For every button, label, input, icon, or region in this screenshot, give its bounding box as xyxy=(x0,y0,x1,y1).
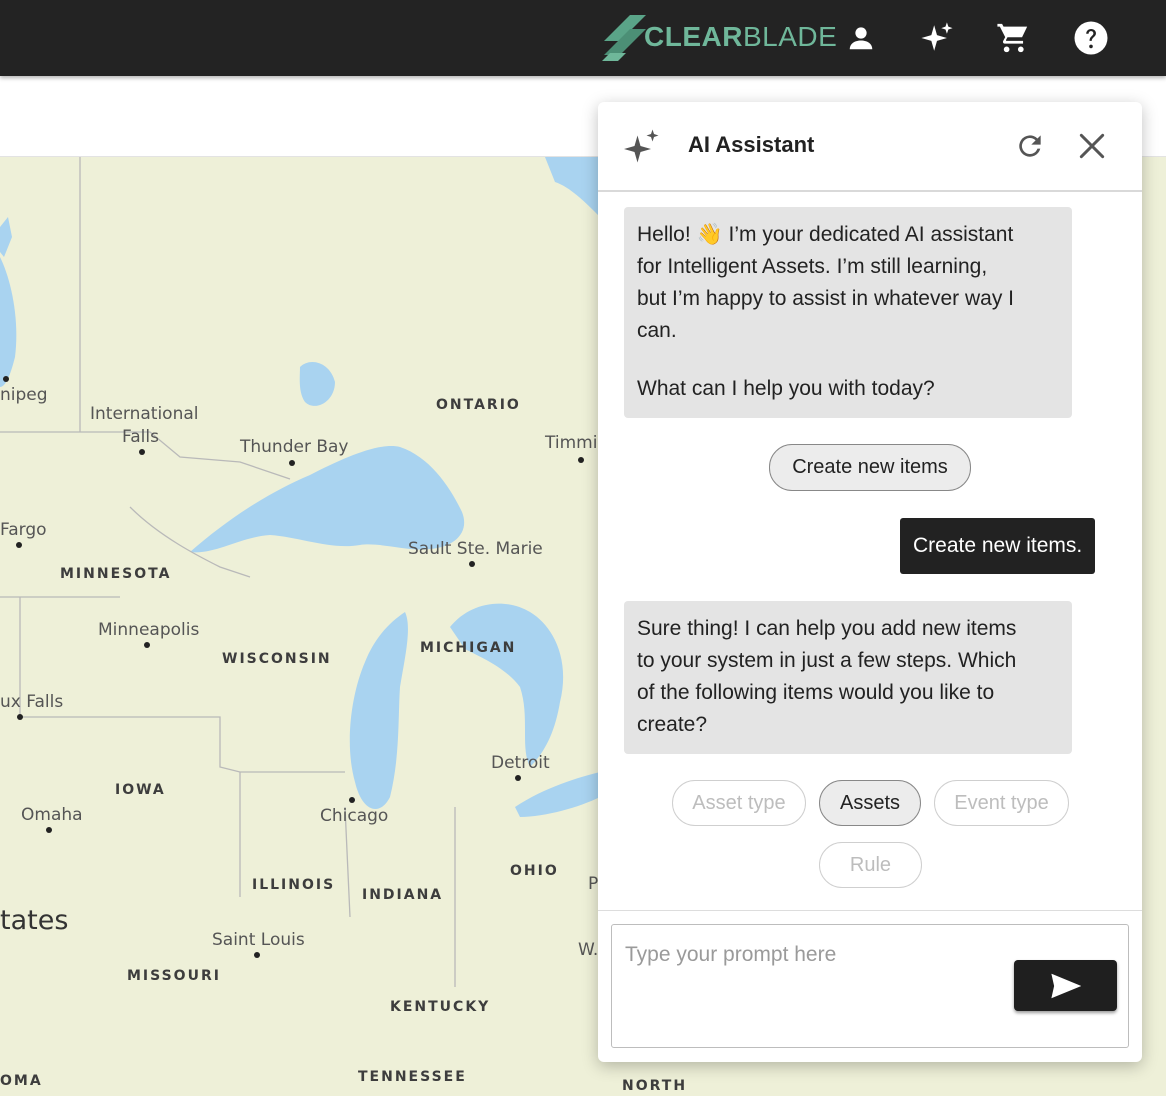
city-dot xyxy=(578,457,584,463)
option-assets-button[interactable]: Assets xyxy=(819,780,921,826)
message-line: to your system in just a few steps. Whic… xyxy=(637,649,1017,672)
city-dot xyxy=(3,376,9,382)
map-label-ontario: ONTARIO xyxy=(436,397,521,413)
map-label-omaha: Omaha xyxy=(21,805,83,825)
map-label-winnipeg: nipeg xyxy=(0,385,48,405)
message-line: Hello! 👋 I’m your dedicated AI assistant xyxy=(637,223,1014,246)
city-dot xyxy=(17,714,23,720)
message-line: can. xyxy=(637,319,677,342)
suggestion-create-new-items-button[interactable]: Create new items xyxy=(769,444,971,491)
map-label-international: International xyxy=(90,404,199,424)
map-label-minneapolis: Minneapolis xyxy=(98,620,200,640)
message-line: create? xyxy=(637,713,708,736)
map-label-chicago: Chicago xyxy=(320,806,389,826)
city-dot xyxy=(289,460,295,466)
map-label-oma: OMA xyxy=(0,1073,43,1089)
option-asset-type-button[interactable]: Asset type xyxy=(672,780,806,826)
map-label-indiana: INDIANA xyxy=(362,887,444,903)
assistant-reply-message: Sure thing! I can help you add new items… xyxy=(624,601,1072,754)
city-dot xyxy=(469,561,475,567)
send-icon xyxy=(1050,973,1081,998)
map-label-missouri: MISSOURI xyxy=(127,968,221,984)
refresh-icon[interactable] xyxy=(1014,130,1046,167)
map-label-saint-louis: Saint Louis xyxy=(212,930,305,950)
map-label-sioux-falls: ux Falls xyxy=(0,692,64,712)
assistant-title: AI Assistant xyxy=(688,132,815,157)
sparkle-icon[interactable] xyxy=(917,18,957,58)
option-rule-button[interactable]: Rule xyxy=(819,842,922,888)
map-label-michigan: MICHIGAN xyxy=(420,640,517,656)
map-label-partial-p: P xyxy=(588,874,599,894)
map-label-sault-ste-marie: Sault Ste. Marie xyxy=(408,539,543,559)
map-label-united-states: tates xyxy=(0,905,69,936)
map-label-falls: Falls xyxy=(122,427,159,447)
ai-assistant-panel: AI Assistant Hello! 👋 I’m your dedicated… xyxy=(598,102,1142,1062)
close-icon[interactable] xyxy=(1076,130,1108,167)
assistant-greeting-message: Hello! 👋 I’m your dedicated AI assistant… xyxy=(624,207,1072,418)
city-dot xyxy=(254,952,260,958)
message-line: for Intelligent Assets. I’m still learni… xyxy=(637,255,988,278)
help-icon[interactable] xyxy=(1071,18,1111,58)
map-label-fargo: Fargo xyxy=(0,520,47,540)
city-dot xyxy=(46,827,52,833)
top-bar: CLEARBLADE xyxy=(0,0,1166,76)
send-button[interactable] xyxy=(1014,960,1117,1011)
user-icon[interactable] xyxy=(841,18,881,58)
assistant-header: AI Assistant xyxy=(598,102,1142,192)
divider xyxy=(598,910,1142,911)
map-label-iowa: IOWA xyxy=(115,782,166,798)
sparkle-icon xyxy=(624,128,660,169)
map-label-minnesota: MINNESOTA xyxy=(60,566,172,582)
city-dot xyxy=(515,775,521,781)
map-label-wisconsin: WISCONSIN xyxy=(222,651,332,667)
message-line: Sure thing! I can help you add new items xyxy=(637,617,1017,640)
map-label-tennessee: TENNESSEE xyxy=(358,1069,467,1085)
message-line: What can I help you with today? xyxy=(637,377,935,400)
map-label-illinois: ILLINOIS xyxy=(252,877,336,893)
city-dot xyxy=(349,797,355,803)
map-label-partial-w: W. xyxy=(578,940,599,960)
message-line: of the following items would you like to xyxy=(637,681,995,704)
city-dot xyxy=(144,642,150,648)
city-dot xyxy=(139,449,145,455)
map-label-kentucky: KENTUCKY xyxy=(390,999,491,1015)
map-label-ohio: OHIO xyxy=(510,863,559,879)
user-message: Create new items. xyxy=(900,518,1096,574)
prompt-input-placeholder: Type your prompt here xyxy=(625,943,837,966)
option-event-type-button[interactable]: Event type xyxy=(934,780,1069,826)
brand-name: CLEARBLADE xyxy=(644,21,838,52)
city-dot xyxy=(16,542,22,548)
clearblade-logo[interactable]: CLEARBLADE xyxy=(600,10,837,64)
map-label-north: NORTH xyxy=(622,1078,688,1094)
map-label-thunder-bay: Thunder Bay xyxy=(240,437,349,457)
map-label-detroit: Detroit xyxy=(491,753,550,773)
clearblade-logo-icon xyxy=(602,15,646,61)
message-line: but I’m happy to assist in whatever way … xyxy=(637,287,1015,310)
cart-icon[interactable] xyxy=(993,18,1033,58)
map-label-timmins: Timmi xyxy=(545,433,598,453)
